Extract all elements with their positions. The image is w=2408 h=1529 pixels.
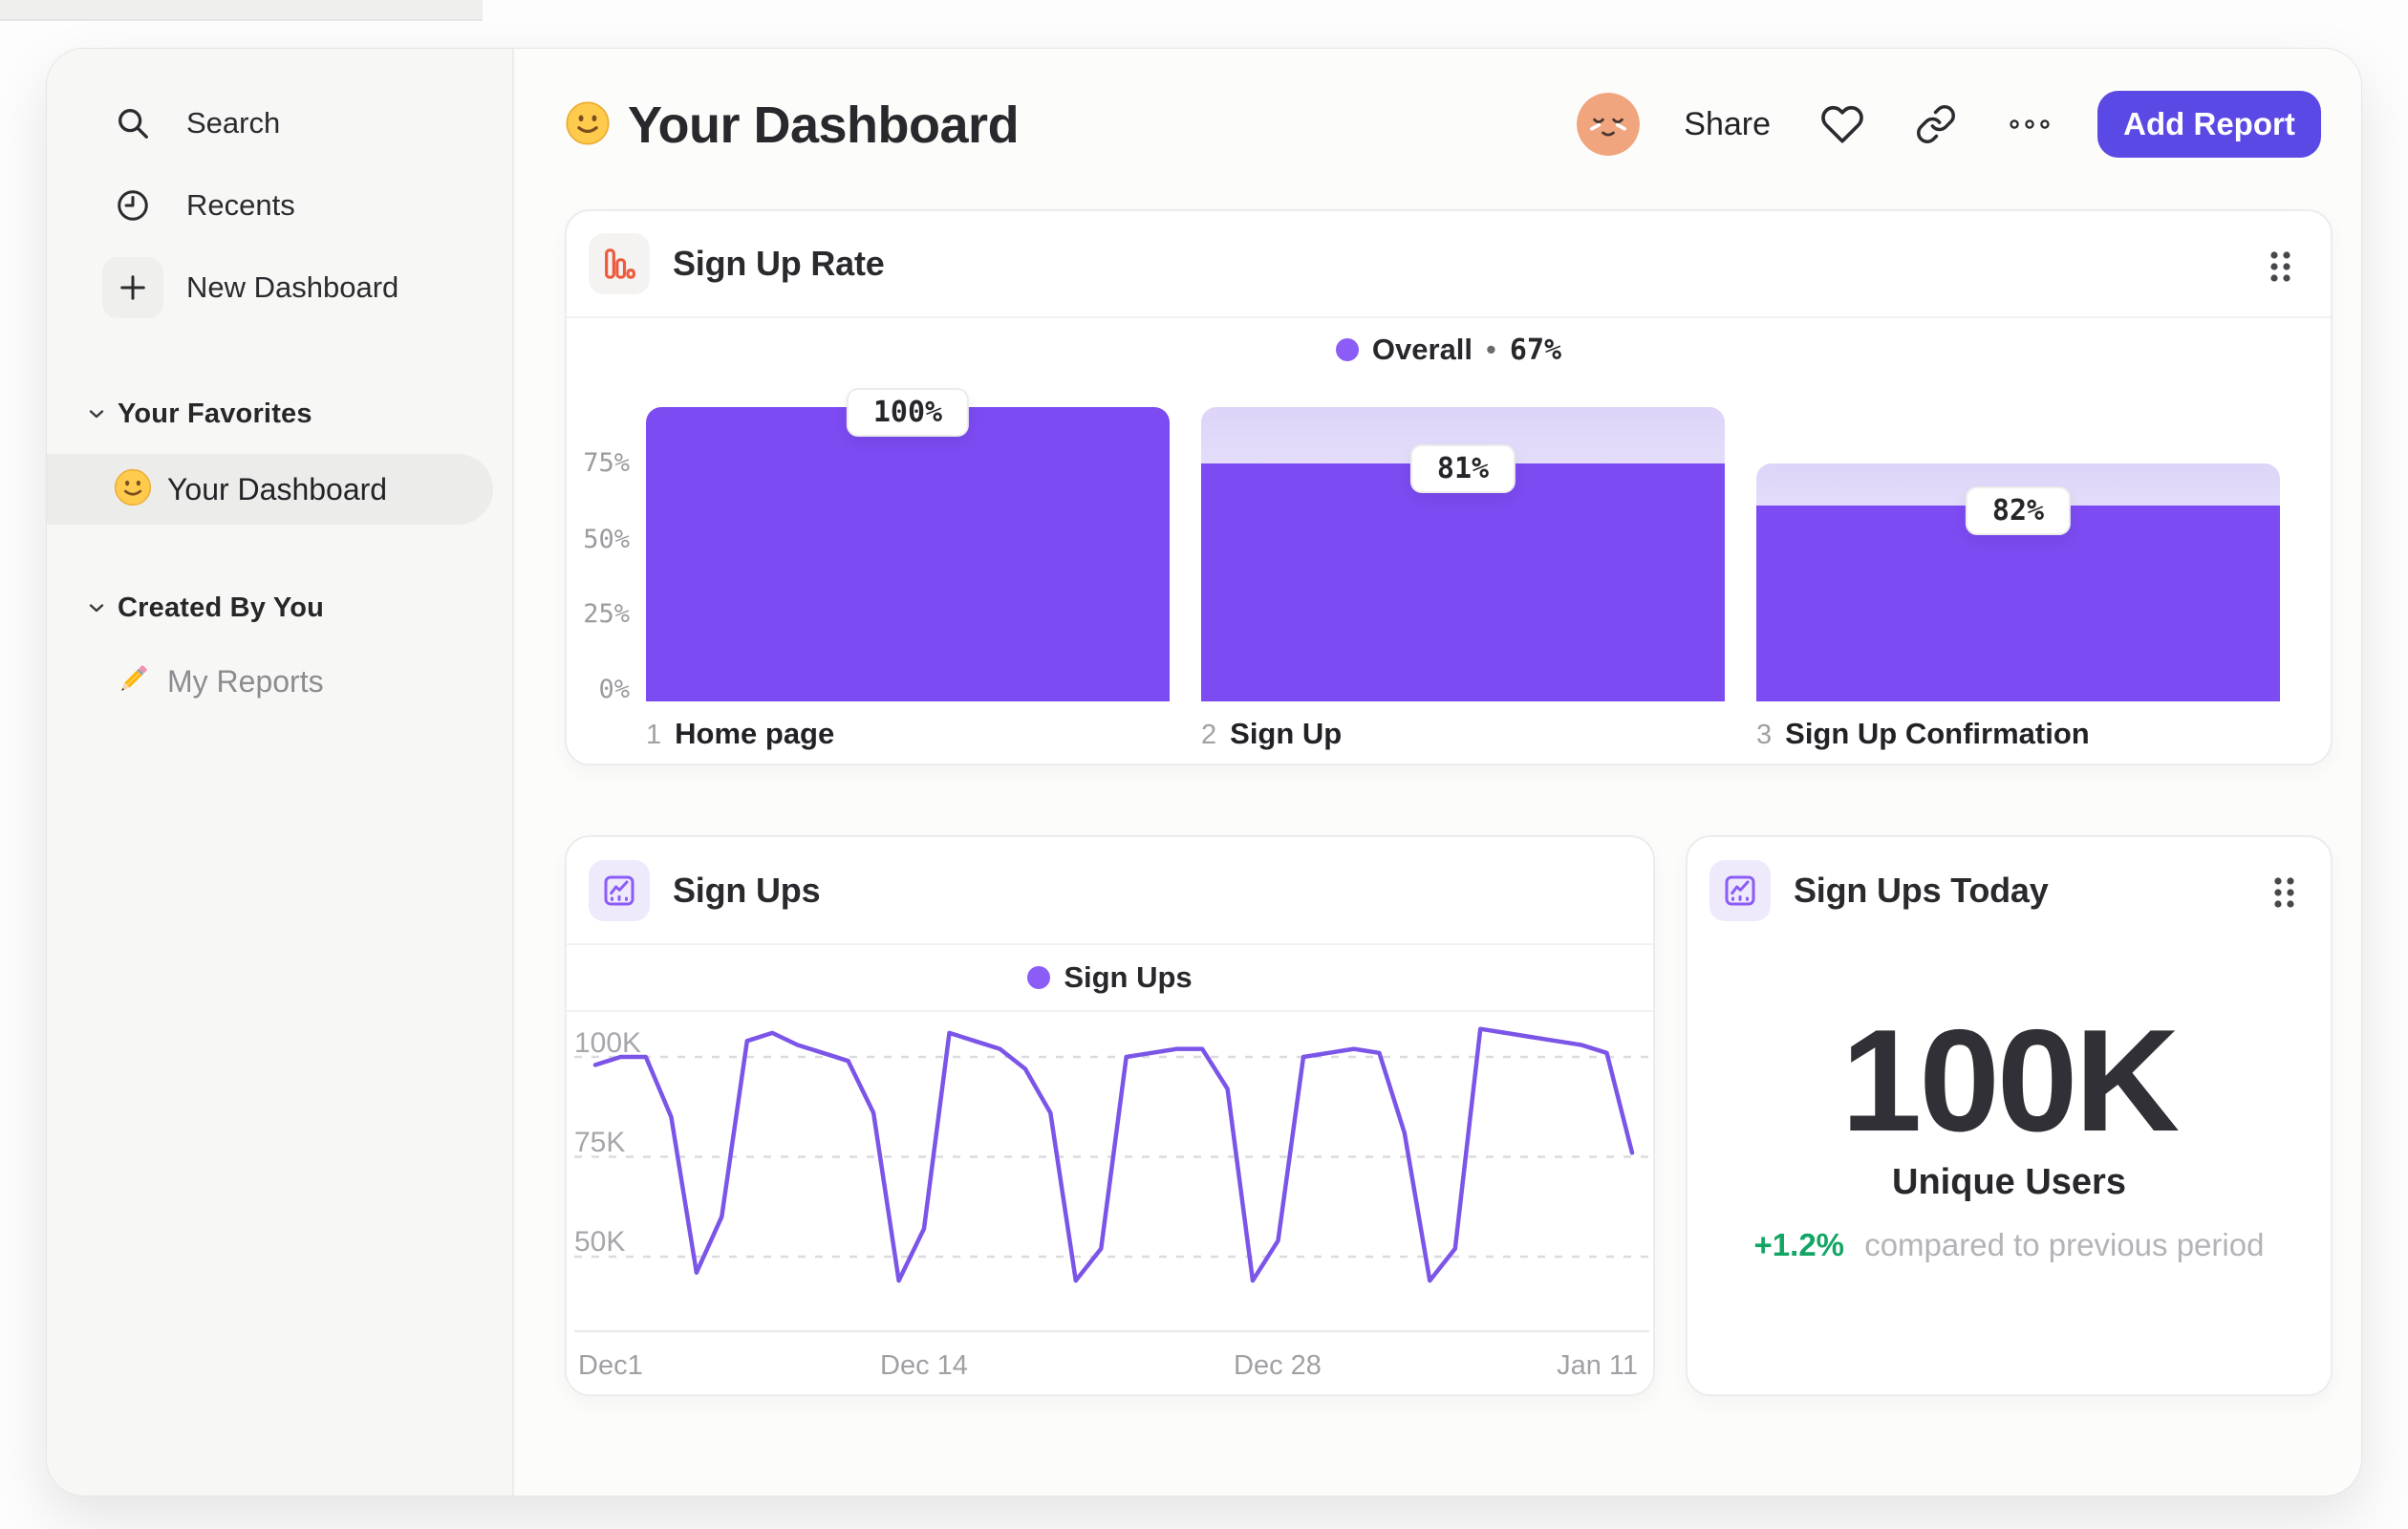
app-window: Search Recents New Dashboard Your Favori… (46, 48, 2362, 1497)
pencil-emoji (112, 658, 154, 705)
drag-handle-icon[interactable] (2268, 873, 2300, 912)
add-report-button[interactable]: Add Report (2097, 91, 2321, 158)
funnel-step-label: 1 Home page (646, 717, 834, 751)
legend-name: Sign Ups (1064, 960, 1193, 994)
x-axis-tick: Dec 28 (1234, 1350, 1322, 1381)
sidebar-item-search[interactable]: Search (87, 82, 493, 164)
big-number-delta-row: +1.2% compared to previous period (1688, 1227, 2331, 1263)
step-number: 3 (1756, 720, 1773, 750)
smiley-emoji (112, 466, 154, 513)
funnel-value-chip: 81% (1409, 444, 1516, 493)
funnel-plot: 0% 25% 50% 75% 1 Home page 2 Sign Up 3 S… (583, 388, 2280, 750)
legend-name: Overall (1371, 333, 1473, 366)
x-axis-tick: Dec1 (578, 1350, 643, 1381)
page-title-row: Your Dashboard (563, 95, 1020, 156)
x-axis-tick: Dec 14 (880, 1350, 968, 1381)
funnel-bar-solid (646, 407, 1170, 701)
legend-dot (1027, 966, 1051, 989)
y-axis-tick: 75% (583, 448, 630, 478)
step-name: Sign Up Confirmation (1785, 717, 2090, 750)
sidebar-section-label: Your Favorites (118, 398, 312, 429)
chevron-down-icon (85, 596, 108, 619)
smiley-emoji (563, 98, 613, 153)
sidebar-section-label: Created By You (118, 592, 325, 623)
card-header: Sign Ups Today (1688, 837, 2331, 944)
delta-badge: +1.2% (1753, 1227, 1845, 1262)
sign-ups-card: Sign Ups Sign Ups 100K 75K 50K Dec1 Dec … (565, 835, 1655, 1396)
card-title: Sign Ups Today (1794, 871, 2049, 910)
background-window-edge (0, 0, 483, 19)
line-chart-icon (1709, 860, 1771, 921)
delta-comparison-text: compared to previous period (1864, 1227, 2265, 1262)
sidebar-section-your-favorites[interactable]: Your Favorites (47, 391, 312, 437)
legend-value: 67% (1509, 333, 1562, 367)
more-icon[interactable] (2008, 102, 2052, 146)
sidebar-item-your-dashboard-selected[interactable]: Your Dashboard (47, 454, 493, 525)
sidebar-item-label: My Reports (167, 663, 324, 699)
plus-icon (102, 257, 163, 318)
y-axis-tick: 50% (583, 525, 630, 554)
funnel-step-label: 2 Sign Up (1201, 717, 1342, 751)
x-axis-tick: Jan 11 (1557, 1350, 1638, 1381)
funnel-bar-solid (1201, 463, 1725, 701)
sign-ups-today-card: Sign Ups Today 100K Unique Users +1.2% c… (1686, 835, 2333, 1396)
sign-ups-line-series (592, 1026, 1635, 1283)
step-number: 2 (1201, 720, 1217, 750)
step-name: Sign Up (1230, 717, 1343, 750)
big-number-label: Unique Users (1892, 1162, 2126, 1202)
sign-up-rate-card: Sign Up Rate Overall • 67% 0% 25% 50% 75… (565, 209, 2333, 765)
sidebar-item-recents[interactable]: Recents (87, 164, 493, 247)
funnel-value-chip: 100% (846, 388, 970, 437)
bar-chart-icon (589, 233, 650, 294)
y-axis-tick: 25% (583, 599, 630, 629)
sidebar: Search Recents New Dashboard Your Favori… (47, 49, 514, 1496)
line-legend[interactable]: Sign Ups (567, 943, 1653, 1012)
search-icon (102, 93, 163, 154)
card-header: Sign Ups (567, 837, 1653, 944)
legend-separator: • (1486, 333, 1496, 366)
sidebar-nav: Search Recents New Dashboard (87, 82, 493, 329)
page-title: Your Dashboard (628, 97, 1020, 154)
heart-icon[interactable] (1820, 102, 1864, 146)
card-title: Sign Up Rate (673, 244, 885, 283)
card-title: Sign Ups (673, 871, 821, 910)
line-chart-icon (589, 860, 650, 921)
line-chart-svg (574, 1026, 1649, 1333)
link-icon[interactable] (1914, 102, 1958, 146)
legend-dot (1335, 338, 1359, 361)
drag-handle-icon[interactable] (2264, 248, 2296, 286)
avatar[interactable] (1577, 93, 1641, 156)
big-number-value: 100K (1840, 1000, 2180, 1162)
y-axis-tick: 75K (574, 1127, 626, 1158)
sidebar-item-label: New Dashboard (186, 270, 399, 304)
sidebar-item-label: Recents (186, 188, 295, 222)
card-header: Sign Up Rate (567, 211, 2331, 318)
y-axis-tick: 50K (574, 1226, 626, 1258)
sidebar-item-new-dashboard[interactable]: New Dashboard (87, 247, 493, 329)
sidebar-section-created-by-you[interactable]: Created By You (47, 585, 324, 631)
background-window-edge-line (0, 19, 483, 21)
sidebar-item-label: Search (186, 106, 281, 140)
funnel-step-label: 3 Sign Up Confirmation (1756, 717, 2090, 751)
header-controls: Share Add Report (1577, 91, 2321, 158)
share-button[interactable]: Share (1684, 106, 1771, 143)
funnel-bar-1[interactable] (646, 407, 1170, 701)
y-axis-tick: 0% (598, 675, 630, 704)
chevron-down-icon (85, 402, 108, 425)
funnel-value-chip: 82% (1965, 486, 2072, 535)
y-axis-tick: 100K (574, 1027, 642, 1059)
clock-icon (102, 175, 163, 236)
main-content: Your Dashboard Share Add Report Sign Up … (514, 49, 2361, 1496)
step-number: 1 (646, 720, 662, 750)
sidebar-item-label: Your Dashboard (167, 471, 388, 506)
funnel-legend[interactable]: Overall • 67% (567, 318, 2331, 381)
step-name: Home page (675, 717, 835, 750)
sidebar-item-my-reports[interactable]: My Reports (47, 646, 493, 717)
